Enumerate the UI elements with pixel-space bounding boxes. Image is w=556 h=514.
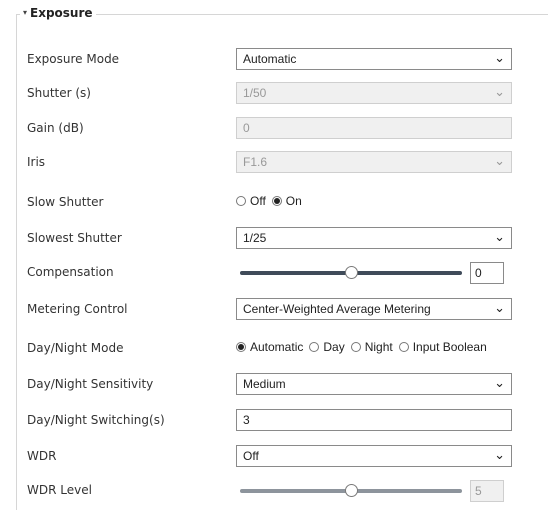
wdr-label: WDR (27, 449, 57, 463)
slowest-shutter-label: Slowest Shutter (27, 231, 122, 245)
day-night-switching-input[interactable]: 3 (236, 409, 512, 431)
iris-row: Iris F1.6 ⌄ (0, 151, 556, 175)
chevron-down-icon: ⌄ (494, 229, 505, 244)
compensation-row: Compensation 0 (0, 261, 556, 285)
day-night-input-boolean-label[interactable]: Input Boolean (413, 340, 487, 354)
day-night-sensitivity-row: Day/Night Sensitivity Medium ⌄ (0, 373, 556, 397)
gain-row: Gain (dB) 0 (0, 117, 556, 141)
chevron-down-icon: ⌄ (494, 375, 505, 390)
metering-control-row: Metering Control Center-Weighted Average… (0, 298, 556, 322)
exposure-mode-select[interactable]: Automatic ⌄ (236, 48, 512, 70)
wdr-level-value-input[interactable]: 5 (470, 480, 504, 502)
chevron-down-icon: ⌄ (494, 447, 505, 462)
day-night-mode-radio-group: Automatic Day Night Input Boolean (236, 340, 489, 354)
wdr-select[interactable]: Off ⌄ (236, 445, 512, 467)
day-night-sensitivity-select[interactable]: Medium ⌄ (236, 373, 512, 395)
day-night-switching-label: Day/Night Switching(s) (27, 413, 165, 427)
section-title: Exposure (30, 6, 93, 20)
day-night-sensitivity-label: Day/Night Sensitivity (27, 377, 154, 391)
gain-label: Gain (dB) (27, 121, 84, 135)
slow-shutter-radio-group: Off On (236, 194, 304, 208)
exposure-mode-label: Exposure Mode (27, 52, 120, 66)
shutter-select[interactable]: 1/50 ⌄ (236, 82, 512, 104)
metering-control-select[interactable]: Center-Weighted Average Metering ⌄ (236, 298, 512, 320)
day-night-switching-row: Day/Night Switching(s) 3 (0, 409, 556, 433)
chevron-down-icon: ⌄ (494, 300, 505, 315)
day-night-mode-row: Day/Night Mode Automatic Day Night Input… (0, 337, 556, 361)
day-night-automatic-radio[interactable] (236, 342, 246, 352)
slow-shutter-on-label[interactable]: On (286, 194, 302, 208)
day-night-night-label[interactable]: Night (365, 340, 393, 354)
iris-label: Iris (27, 155, 46, 169)
chevron-down-icon: ⌄ (494, 153, 505, 168)
chevron-down-icon: ⌄ (494, 50, 505, 65)
wdr-row: WDR Off ⌄ (0, 445, 556, 469)
compensation-label: Compensation (27, 265, 114, 279)
day-night-day-label[interactable]: Day (323, 340, 344, 354)
exposure-section-header[interactable]: ▾ Exposure (20, 6, 96, 20)
day-night-night-radio[interactable] (350, 342, 361, 352)
slow-shutter-label: Slow Shutter (27, 195, 104, 209)
exposure-mode-row: Exposure Mode Automatic ⌄ (0, 48, 556, 72)
slowest-shutter-row: Slowest Shutter 1/25 ⌄ (0, 227, 556, 251)
wdr-level-row: WDR Level 5 (0, 479, 556, 503)
wdr-level-slider-thumb[interactable] (344, 484, 358, 497)
day-night-automatic-label[interactable]: Automatic (250, 340, 303, 354)
compensation-slider-thumb[interactable] (344, 266, 358, 279)
iris-select[interactable]: F1.6 ⌄ (236, 151, 512, 173)
slowest-shutter-select[interactable]: 1/25 ⌄ (236, 227, 512, 249)
slow-shutter-row: Slow Shutter Off On (0, 191, 556, 215)
day-night-mode-label: Day/Night Mode (27, 341, 124, 355)
day-night-input-boolean-radio[interactable] (398, 342, 409, 352)
chevron-down-icon: ⌄ (494, 84, 505, 99)
wdr-level-label: WDR Level (27, 483, 92, 497)
compensation-value-input[interactable]: 0 (470, 262, 504, 284)
shutter-row: Shutter (s) 1/50 ⌄ (0, 82, 556, 106)
day-night-day-radio[interactable] (309, 342, 320, 352)
shutter-label: Shutter (s) (27, 86, 91, 100)
slow-shutter-off-label[interactable]: Off (250, 194, 266, 208)
slow-shutter-off-radio[interactable] (236, 196, 246, 206)
metering-control-label: Metering Control (27, 302, 128, 316)
slow-shutter-on-radio[interactable] (271, 196, 282, 206)
caret-down-icon[interactable]: ▾ (23, 9, 27, 17)
gain-input[interactable]: 0 (236, 117, 512, 139)
